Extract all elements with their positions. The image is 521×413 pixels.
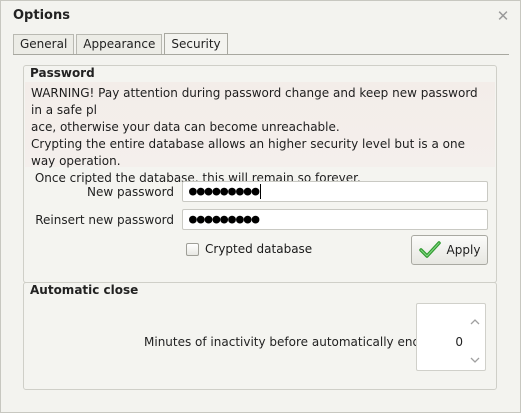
tab-appearance[interactable]: Appearance xyxy=(76,34,163,54)
apply-label: Apply xyxy=(446,243,481,257)
options-dialog: Options ✕ General Appearance Security Pa… xyxy=(0,0,521,413)
new-password-field[interactable]: ●●●●●●●●● xyxy=(182,181,488,202)
security-panel: Password WARNING! Pay attention during p… xyxy=(13,54,509,403)
password-group: Password WARNING! Pay attention during p… xyxy=(23,65,497,283)
crypted-database-checkbox[interactable] xyxy=(186,242,199,256)
minutes-inactivity-label: Minutes of inactivity before automatical… xyxy=(144,335,439,349)
warning-message: WARNING! Pay attention during password c… xyxy=(25,82,495,185)
chevron-down-icon xyxy=(470,357,480,363)
reinsert-password-field[interactable]: ●●●●●●●●● xyxy=(182,209,488,230)
crypted-database-option[interactable]: Crypted database xyxy=(186,242,312,256)
automatic-close-group: Automatic close Minutes of inactivity be… xyxy=(23,282,497,390)
checkmark-icon xyxy=(418,241,441,258)
tab-bar: General Appearance Security xyxy=(13,33,230,55)
spinner-up-button[interactable] xyxy=(469,316,481,328)
close-button[interactable]: ✕ xyxy=(494,7,512,25)
minutes-value: 0 xyxy=(455,335,463,349)
warning-line: Crypting the entire database allows an h… xyxy=(31,137,465,168)
tab-general[interactable]: General xyxy=(13,34,75,54)
crypted-database-label: Crypted database xyxy=(205,242,313,256)
title-bar: Options ✕ xyxy=(1,1,520,33)
reinsert-password-value: ●●●●●●●●● xyxy=(189,212,260,227)
warning-line: WARNING! Pay attention during password c… xyxy=(31,86,478,117)
dialog-title: Options xyxy=(13,8,70,23)
text-caret xyxy=(260,184,262,199)
chevron-up-icon xyxy=(470,319,480,325)
minutes-spinner[interactable]: 0 xyxy=(416,303,486,371)
apply-button[interactable]: Apply xyxy=(411,235,488,265)
automatic-close-title: Automatic close xyxy=(30,283,139,297)
password-group-title: Password xyxy=(30,66,95,80)
tab-security[interactable]: Security xyxy=(164,33,228,55)
warning-line: ace, otherwise your data can become unre… xyxy=(31,120,340,134)
new-password-label: New password xyxy=(87,185,174,199)
new-password-value: ●●●●●●●●● xyxy=(189,184,260,199)
spinner-down-button[interactable] xyxy=(469,354,481,366)
reinsert-password-label: Reinsert new password xyxy=(35,213,174,227)
close-icon: ✕ xyxy=(496,7,510,25)
